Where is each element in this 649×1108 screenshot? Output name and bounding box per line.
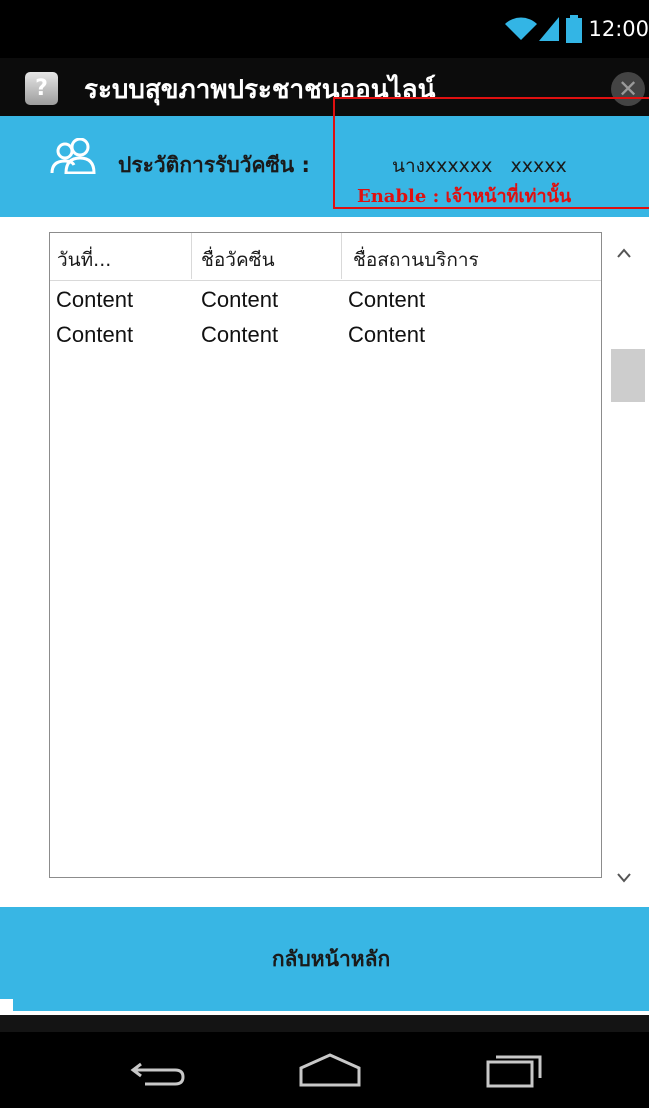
table-cell[interactable]: Content	[56, 322, 133, 348]
app-help-icon: ?	[25, 72, 58, 105]
scroll-down-icon[interactable]	[614, 867, 634, 887]
home-icon[interactable]	[295, 1050, 365, 1090]
scrollbar-thumb[interactable]	[611, 349, 645, 402]
column-header-facility[interactable]: ชื่อสถานบริการ	[353, 245, 479, 275]
phone-screen: 12:00 ? ระบบสุขภาพประชาชนออนไลน์ ✕ ประวั…	[0, 0, 649, 1108]
table-cell[interactable]: Content	[201, 287, 278, 313]
table-cell[interactable]: Content	[201, 322, 278, 348]
column-header-vaccine[interactable]: ชื่อวัคซีน	[201, 245, 275, 275]
list-header: วันที่... ชื่อวัคซีน ชื่อสถานบริการ	[50, 233, 601, 281]
status-time: 12:00	[588, 17, 649, 41]
signal-icon	[539, 17, 560, 41]
users-icon	[50, 138, 96, 174]
table-cell[interactable]: Content	[348, 287, 425, 313]
scroll-up-icon[interactable]	[614, 242, 634, 262]
back-to-home-button[interactable]: กลับหน้าหลัก	[13, 907, 649, 1011]
dark-strip	[0, 1015, 649, 1032]
column-divider	[341, 233, 342, 279]
vaccine-list[interactable]: วันที่... ชื่อวัคซีน ชื่อสถานบริการ Cont…	[49, 232, 602, 878]
annotation-text: Enable : เจ้าหน้าที่เท่านั้น	[357, 186, 572, 207]
button-edge	[0, 907, 13, 999]
column-divider	[191, 233, 192, 279]
column-header-date[interactable]: วันที่...	[57, 245, 111, 275]
status-bar: 12:00	[0, 0, 649, 58]
table-cell[interactable]: Content	[56, 287, 133, 313]
status-icons: 12:00	[504, 14, 649, 44]
recent-apps-icon[interactable]	[480, 1050, 550, 1090]
battery-icon	[566, 15, 583, 43]
table-cell[interactable]: Content	[348, 322, 425, 348]
back-icon[interactable]	[125, 1050, 195, 1090]
wifi-icon	[505, 17, 538, 40]
navigation-bar	[0, 1032, 649, 1108]
vaccine-history-label: ประวัติการรับวัคซีน :	[118, 153, 310, 177]
